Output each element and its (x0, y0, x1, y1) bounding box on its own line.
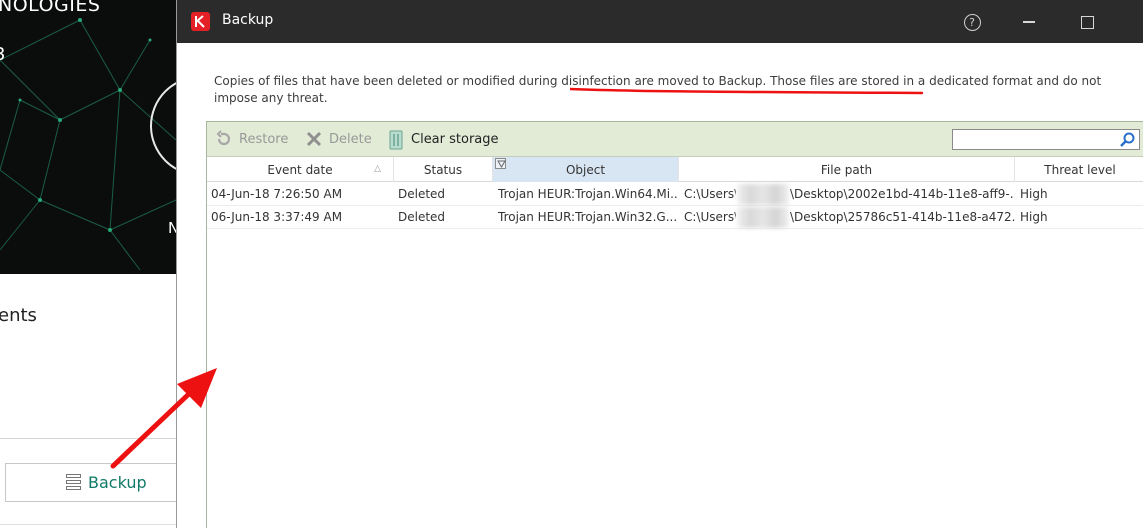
clear-storage-label: Clear storage (411, 131, 499, 147)
search-box[interactable] (952, 129, 1140, 151)
backup-toolbar: Restore Delete Clear storage (207, 122, 1143, 157)
storage-icon (66, 474, 81, 491)
maximize-icon (1080, 15, 1094, 29)
column-header-status[interactable]: Status (394, 157, 493, 182)
delete-icon (305, 130, 323, 148)
sort-ascending-icon: △ (374, 164, 381, 174)
cell-status: Deleted (398, 187, 446, 201)
annotation-arrow (110, 368, 217, 469)
clear-storage-icon (387, 130, 405, 150)
cell-threat-level: High (1020, 210, 1048, 224)
cell-event-date: 06-Jun-18 3:37:49 AM (211, 210, 343, 224)
cell-object: Trojan HEUR:Trojan.Win64.Mi... (498, 187, 679, 201)
cell-status: Deleted (398, 210, 446, 224)
help-icon: ? (963, 13, 981, 31)
help-button[interactable]: ? (959, 9, 985, 35)
cell-file-path-start: C:\Users\ (684, 187, 736, 201)
redacted-username (737, 207, 789, 228)
brand-text: NOLOGIES (0, 0, 101, 16)
filter-icon[interactable] (495, 158, 506, 169)
delete-button[interactable]: Delete (305, 130, 372, 148)
cell-event-date: 04-Jun-18 7:26:50 AM (211, 187, 343, 201)
backup-window: Backup ? Copies of files that have been … (176, 0, 1143, 528)
delete-label: Delete (329, 131, 372, 147)
column-header-label: File path (820, 162, 873, 177)
search-input[interactable] (953, 131, 1113, 151)
minimize-icon (1023, 21, 1035, 23)
column-header-label: Object (565, 162, 606, 177)
backup-grid-panel: Restore Delete Clear storage Event date … (206, 121, 1143, 528)
cell-file-path-end: \Desktop\2002e1bd-414b-11e8-aff9-... (790, 187, 1015, 201)
background-section-title: ents (0, 305, 37, 326)
column-header-label: Event date (267, 162, 333, 177)
cell-file-path-start: C:\Users\ (684, 210, 736, 224)
cell-object: Trojan HEUR:Trojan.Win32.G... (498, 210, 678, 224)
title-bar[interactable]: Backup ? (177, 0, 1143, 43)
kaspersky-logo-icon (191, 12, 210, 31)
clear-storage-button[interactable]: Clear storage (387, 130, 499, 150)
restore-label: Restore (239, 131, 289, 147)
restore-icon (215, 130, 233, 148)
network-graphic (0, 18, 176, 271)
table-row[interactable]: 04-Jun-18 7:26:50 AM Deleted Trojan HEUR… (207, 183, 1143, 206)
search-icon[interactable] (1119, 131, 1136, 148)
cell-file-path-end: \Desktop\25786c51-414b-11e8-a472... (790, 210, 1015, 224)
column-header-label: Threat level (1044, 162, 1116, 177)
table-header: Event date △ Status Object File path Thr… (207, 157, 1143, 182)
redacted-username (737, 184, 789, 205)
column-header-event-date[interactable]: Event date △ (207, 157, 394, 182)
annotation-underline (570, 87, 924, 95)
backup-button-label: Backup (88, 473, 147, 492)
banner-letter: N (168, 219, 176, 237)
column-header-label: Status (423, 162, 463, 177)
column-header-object[interactable]: Object (493, 157, 679, 182)
background-banner: NOLOGIES 3 N (0, 0, 176, 274)
minimize-button[interactable] (1016, 9, 1042, 35)
column-header-threat-level[interactable]: Threat level (1015, 157, 1143, 182)
table-row[interactable]: 06-Jun-18 3:37:49 AM Deleted Trojan HEUR… (207, 206, 1143, 229)
window-title: Backup (222, 12, 274, 28)
cell-threat-level: High (1020, 187, 1048, 201)
background-bottom-divider (0, 524, 176, 525)
brand-subtext: 3 (0, 44, 5, 65)
column-header-file-path[interactable]: File path (679, 157, 1015, 182)
restore-button[interactable]: Restore (215, 130, 288, 148)
maximize-button[interactable] (1074, 9, 1100, 35)
